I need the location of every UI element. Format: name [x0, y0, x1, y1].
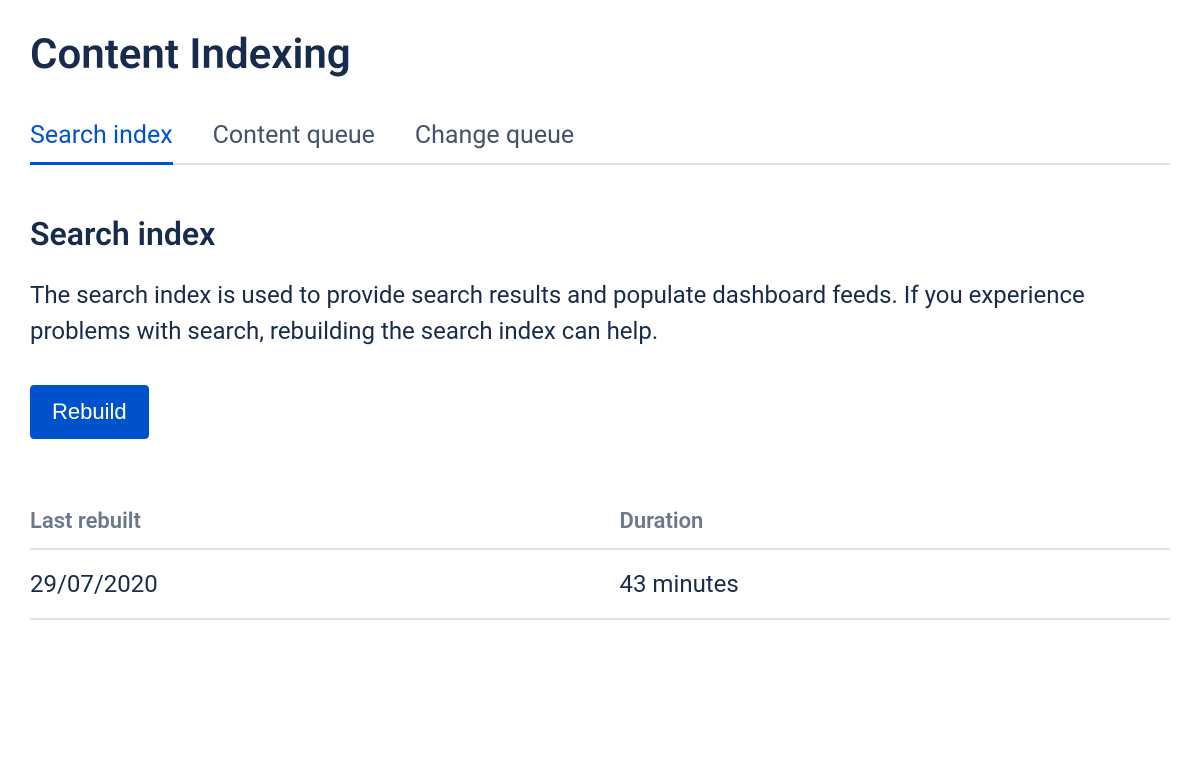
tab-content-queue[interactable]: Content queue	[213, 121, 375, 165]
cell-duration: 43 minutes	[620, 549, 1171, 619]
page-title: Content Indexing	[30, 30, 1170, 79]
tab-search-index[interactable]: Search index	[30, 121, 173, 165]
cell-last-rebuilt: 29/07/2020	[30, 549, 620, 619]
section-title: Search index	[30, 215, 1170, 253]
table-row: 29/07/2020 43 minutes	[30, 549, 1170, 619]
rebuild-button[interactable]: Rebuild	[30, 385, 149, 439]
tabs-container: Search index Content queue Change queue	[30, 119, 1170, 165]
table-header-duration: Duration	[620, 509, 1171, 549]
rebuild-info-table: Last rebuilt Duration 29/07/2020 43 minu…	[30, 509, 1170, 620]
tab-change-queue[interactable]: Change queue	[415, 121, 574, 165]
section-description: The search index is used to provide sear…	[30, 277, 1170, 349]
table-header-last-rebuilt: Last rebuilt	[30, 509, 620, 549]
